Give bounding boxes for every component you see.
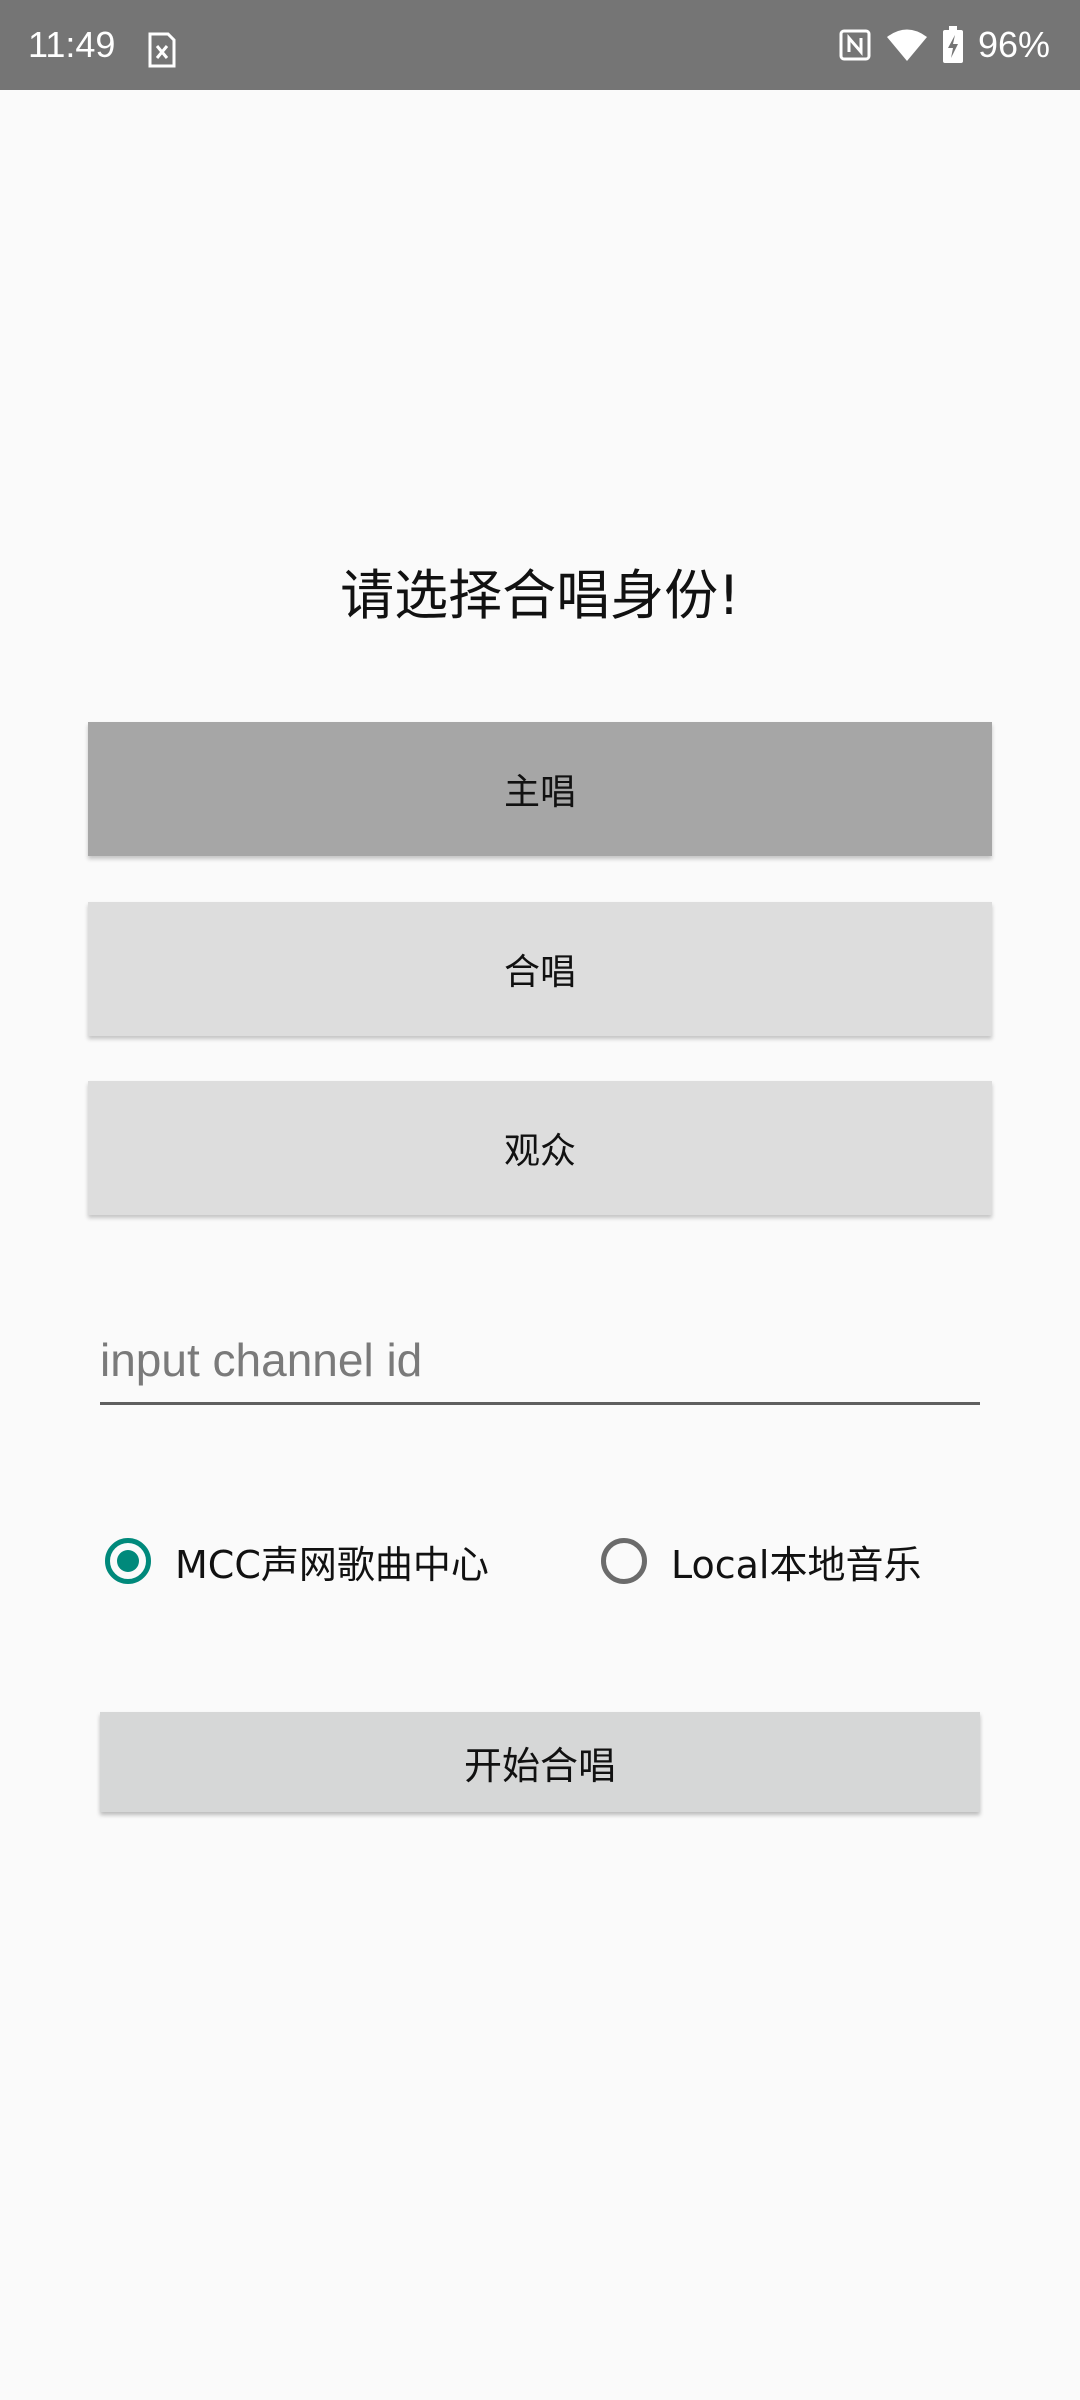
radio-checked-icon[interactable] xyxy=(105,1538,151,1584)
radio-option-local[interactable]: Local本地音乐 xyxy=(601,1528,922,1594)
radio-unchecked-icon[interactable] xyxy=(601,1538,647,1584)
battery-charging-icon xyxy=(942,26,963,63)
status-bar: 11:49 96% xyxy=(0,0,1080,90)
status-icons: 96% xyxy=(838,20,1050,70)
channel-id-input[interactable] xyxy=(100,1318,980,1405)
sim-card-error-icon xyxy=(148,32,176,68)
radio-label-mcc: MCC声网歌曲中心 xyxy=(175,1542,489,1587)
battery-percentage: 96% xyxy=(977,24,1050,65)
start-chorus-button[interactable]: 开始合唱 xyxy=(100,1712,980,1812)
wifi-icon xyxy=(886,29,927,61)
role-button-chorus[interactable]: 合唱 xyxy=(88,902,992,1036)
role-button-lead-singer[interactable]: 主唱 xyxy=(88,722,992,856)
radio-dot xyxy=(117,1550,139,1572)
role-button-audience[interactable]: 观众 xyxy=(88,1081,992,1215)
nfc-icon xyxy=(839,29,871,61)
status-time: 11:49 xyxy=(28,24,116,65)
page-title: 请选择合唱身份! xyxy=(340,564,740,627)
radio-label-local: Local本地音乐 xyxy=(671,1542,922,1587)
radio-option-mcc[interactable]: MCC声网歌曲中心 xyxy=(105,1528,489,1594)
